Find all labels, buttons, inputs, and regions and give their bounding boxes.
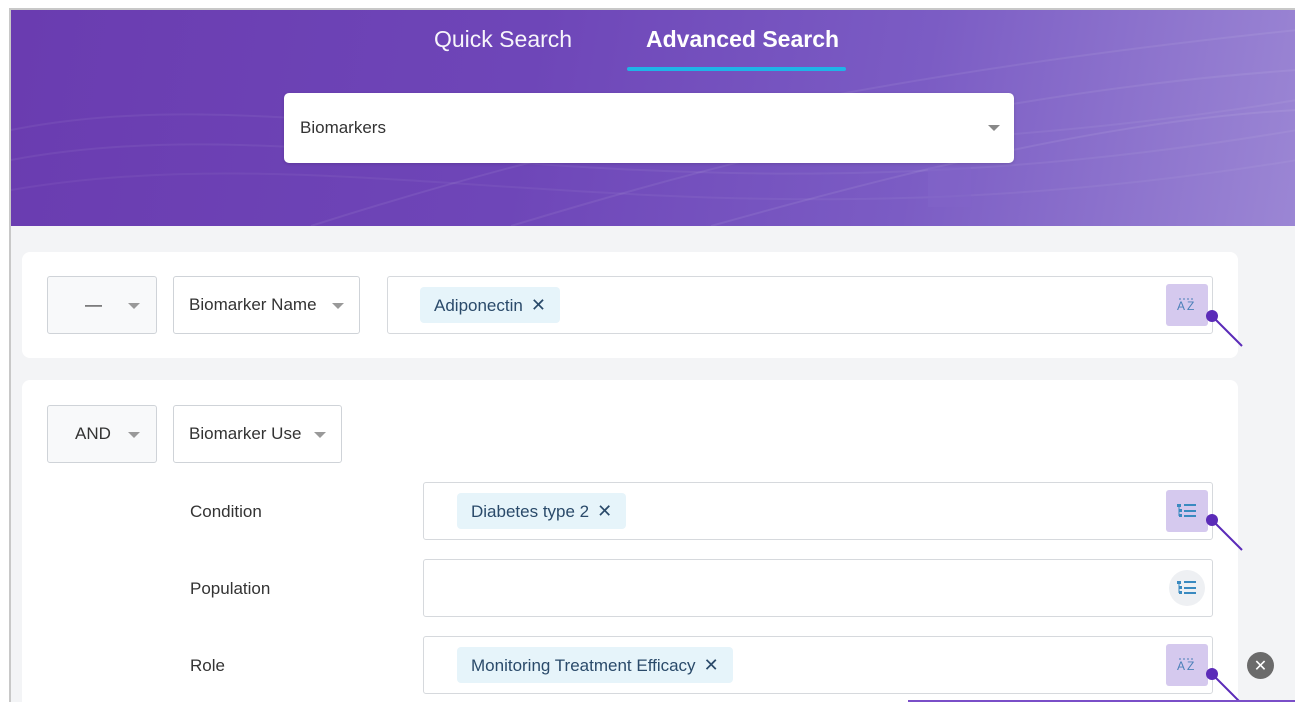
operator-value: AND xyxy=(75,424,111,443)
tab-advanced-search[interactable]: Advanced Search xyxy=(646,24,839,54)
operator-select-2[interactable]: AND xyxy=(47,405,157,463)
close-icon[interactable]: ✕ xyxy=(597,501,612,521)
remove-criterion-button[interactable]: ✕ xyxy=(1247,652,1274,679)
role-input[interactable]: Monitoring Treatment Efficacy ✕ A Z xyxy=(423,636,1213,694)
search-type-dropdown[interactable]: Biomarkers xyxy=(284,93,1014,163)
population-label: Population xyxy=(190,579,271,598)
decorative-square xyxy=(928,167,971,207)
role-label: Role xyxy=(190,656,225,675)
chip: Diabetes type 2 ✕ xyxy=(457,493,627,529)
svg-text:A: A xyxy=(1177,659,1185,673)
field-select-1[interactable]: Biomarker Name xyxy=(173,276,360,334)
svg-text:A: A xyxy=(1177,299,1185,313)
chip-label: Diabetes type 2 xyxy=(471,502,590,521)
tab-quick-search[interactable]: Quick Search xyxy=(434,24,572,54)
list-tree-icon xyxy=(1177,504,1196,517)
close-icon[interactable]: ✕ xyxy=(704,655,719,675)
chevron-down-icon xyxy=(332,303,344,309)
active-tab-indicator xyxy=(627,67,846,71)
chip-label: Adiponectin xyxy=(434,296,523,315)
chevron-down-icon xyxy=(314,432,326,438)
biomarker-name-input[interactable]: Adiponectin ✕ A Z xyxy=(387,276,1213,334)
app-frame: Quick Search Advanced Search Biomarkers … xyxy=(9,8,1295,702)
list-tree-button[interactable] xyxy=(1169,570,1205,606)
search-header: Quick Search Advanced Search Biomarkers xyxy=(11,10,1295,226)
search-type-value: Biomarkers xyxy=(300,118,386,137)
criterion-card-1: — Biomarker Name Adiponectin ✕ A Z xyxy=(22,252,1243,358)
sort-az-icon: A Z xyxy=(1177,658,1195,673)
condition-label: Condition xyxy=(190,502,262,521)
sort-az-icon: A Z xyxy=(1177,298,1195,313)
chevron-down-icon xyxy=(988,125,1000,131)
operator-value: — xyxy=(85,295,102,314)
close-icon: ✕ xyxy=(1253,657,1268,675)
chip: Monitoring Treatment Efficacy ✕ xyxy=(457,647,733,683)
sort-az-button[interactable]: A Z xyxy=(1166,284,1208,326)
sort-az-button[interactable]: A Z xyxy=(1166,644,1208,686)
criterion-card-2: AND Biomarker Use Condition Diabetes typ… xyxy=(22,380,1243,702)
close-icon[interactable]: ✕ xyxy=(531,295,546,315)
chevron-down-icon xyxy=(128,432,140,438)
list-tree-icon xyxy=(1177,581,1196,594)
field-value: Biomarker Use xyxy=(189,424,302,443)
chip-label: Monitoring Treatment Efficacy xyxy=(471,656,696,675)
svg-text:Z: Z xyxy=(1187,659,1194,673)
chevron-down-icon xyxy=(128,303,140,309)
field-select-2[interactable]: Biomarker Use xyxy=(173,405,342,463)
list-tree-button[interactable] xyxy=(1166,490,1208,532)
chip: Adiponectin ✕ xyxy=(420,287,560,323)
svg-text:Z: Z xyxy=(1187,299,1194,313)
condition-input[interactable]: Diabetes type 2 ✕ xyxy=(423,482,1213,540)
population-input[interactable] xyxy=(423,559,1213,617)
field-value: Biomarker Name xyxy=(189,295,317,314)
operator-select-1[interactable]: — xyxy=(47,276,157,334)
